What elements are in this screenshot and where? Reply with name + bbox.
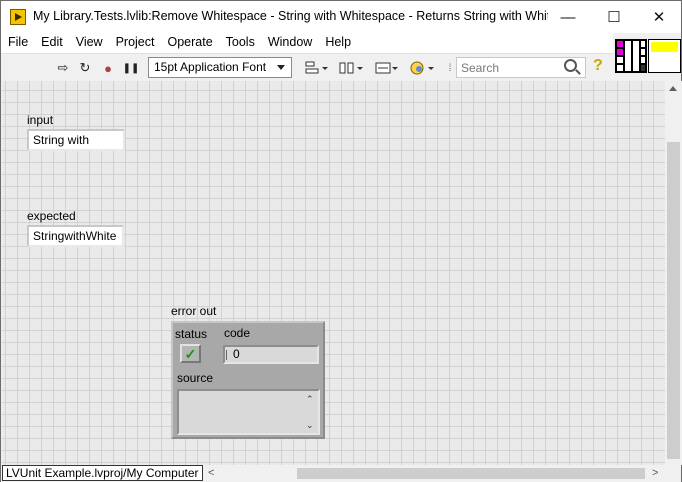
search-grip-icon: ⁞ — [448, 62, 452, 74]
connector-terminal-icon — [616, 64, 624, 72]
connector-terminal-icon — [640, 56, 646, 64]
code-indicator: 0 — [223, 345, 319, 364]
source-indicator: ⌃ ⌄ — [177, 389, 320, 435]
horizontal-scroll-thumb[interactable] — [297, 468, 645, 479]
menu-operate[interactable]: Operate — [160, 33, 218, 53]
close-button[interactable]: ✕ — [636, 1, 682, 33]
menu-file[interactable]: File — [1, 33, 34, 53]
run-arrow-icon[interactable]: ⇨ — [55, 59, 71, 77]
code-label: code — [224, 326, 251, 340]
status-label: status — [175, 327, 208, 341]
scroll-right-icon[interactable]: > — [652, 467, 658, 479]
minimize-button[interactable]: — — [545, 1, 591, 33]
status-bar: LVUnit Example.lvproj/My Computer < > — [1, 465, 681, 482]
vi-window: My Library.Tests.lvlib:Remove Whitespace… — [0, 0, 682, 482]
chevron-down-icon — [277, 65, 285, 70]
title-bar: My Library.Tests.lvlib:Remove Whitespace… — [1, 1, 681, 33]
source-label: source — [177, 371, 214, 385]
vi-icon[interactable] — [648, 39, 681, 73]
pause-icon[interactable]: ❚❚ — [123, 59, 140, 77]
scroll-up-icon[interactable] — [669, 86, 677, 91]
menu-project[interactable]: Project — [109, 33, 161, 53]
font-select-value: 15pt Application Font — [154, 60, 267, 74]
labview-app-icon — [10, 9, 26, 25]
connector-terminal-icon — [624, 40, 632, 72]
menu-view[interactable]: View — [69, 33, 109, 53]
error-out-label: error out — [171, 304, 217, 318]
scroll-left-icon[interactable]: < — [208, 467, 214, 479]
expected-label: expected — [27, 209, 76, 223]
menu-edit[interactable]: Edit — [34, 33, 69, 53]
distribute-objects-icon[interactable] — [337, 59, 365, 77]
radix-icon — [226, 350, 230, 360]
search-icon[interactable] — [564, 59, 577, 72]
help-icon[interactable]: ? — [593, 57, 607, 75]
vertical-scroll-thumb[interactable] — [667, 142, 680, 459]
input-string-control[interactable]: String with — [27, 129, 125, 151]
connector-terminal-icon — [616, 48, 624, 56]
window-title: My Library.Tests.lvlib:Remove Whitespace… — [33, 9, 548, 23]
checkmark-icon: ✓ — [184, 345, 197, 362]
code-value: 0 — [233, 347, 240, 361]
chevron-up-icon[interactable]: ⌃ — [306, 394, 314, 405]
connector-pane-icon[interactable] — [615, 39, 647, 73]
menu-help[interactable]: Help — [318, 33, 357, 53]
abort-icon[interactable]: ● — [100, 59, 116, 77]
menu-bar: File Edit View Project Operate Tools Win… — [1, 33, 613, 53]
run-continuously-icon[interactable]: ↻ — [77, 59, 93, 77]
connector-terminal-icon — [616, 40, 624, 48]
connector-terminal-icon — [640, 64, 646, 72]
font-select[interactable]: 15pt Application Font — [148, 57, 292, 78]
menu-window[interactable]: Window — [261, 33, 318, 53]
source-scrollbar[interactable]: ⌃ ⌄ — [303, 392, 317, 432]
align-objects-icon[interactable] — [303, 59, 329, 77]
connector-terminal-icon — [640, 48, 646, 56]
connector-terminal-icon — [640, 40, 646, 48]
vi-icon-banner — [651, 42, 678, 52]
application-context[interactable]: LVUnit Example.lvproj/My Computer — [2, 465, 203, 481]
toolbar: ⇨ ↻ ● ❚❚ 15pt Application Font ⁞ Search — [1, 53, 613, 81]
reorder-icon[interactable] — [408, 59, 436, 77]
input-label: input — [27, 113, 54, 127]
maximize-button[interactable]: ☐ — [591, 1, 637, 33]
vertical-scrollbar[interactable] — [665, 81, 682, 465]
connector-terminal-icon — [632, 40, 640, 72]
status-indicator: ✓ — [180, 344, 201, 363]
menu-tools[interactable]: Tools — [219, 33, 261, 53]
connector-terminal-icon — [616, 56, 624, 64]
resize-objects-icon[interactable] — [372, 59, 400, 77]
expected-string-control[interactable]: StringwithWhite — [27, 225, 124, 247]
chevron-down-icon[interactable]: ⌄ — [306, 420, 314, 431]
